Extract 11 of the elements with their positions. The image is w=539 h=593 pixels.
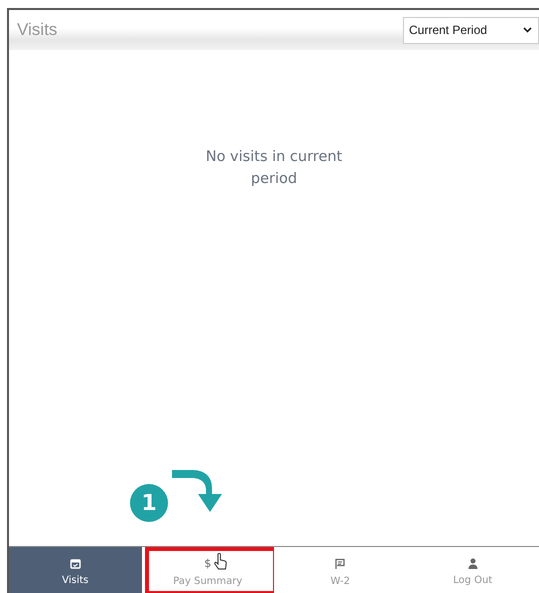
chevron-down-icon: [523, 27, 532, 33]
page-title: Visits: [17, 20, 58, 40]
calendar-icon: [70, 558, 81, 569]
dollar-icon: $: [204, 558, 212, 570]
nav-tab[interactable]: Visits: [9, 547, 142, 593]
empty-message: No visits in current period: [204, 148, 344, 189]
step-badge: 1: [130, 484, 168, 522]
person-icon: [468, 558, 478, 569]
period-dropdown[interactable]: Current Period: [403, 16, 539, 44]
flag-icon: [334, 558, 346, 570]
hand-cursor-icon: [214, 553, 226, 570]
